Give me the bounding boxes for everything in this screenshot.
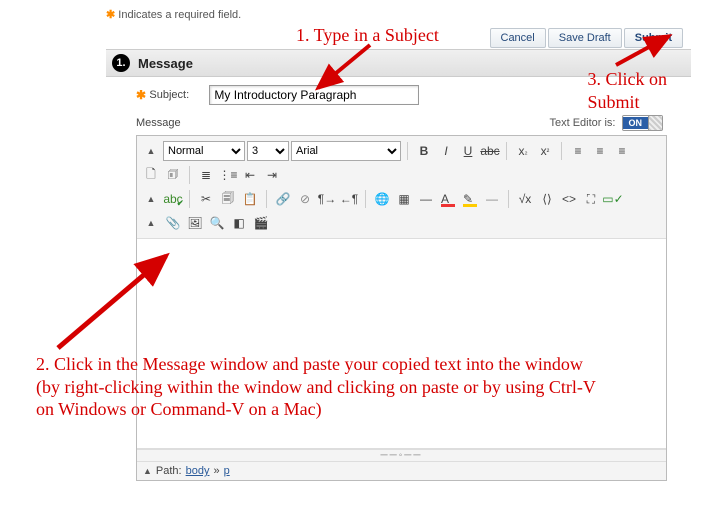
collapse-toolbar-icon[interactable]: ▲ (141, 141, 161, 161)
toggle-handle-icon (648, 116, 662, 130)
globe-icon[interactable]: 🌐 (372, 189, 392, 209)
copy-button[interactable]: 🗐 (218, 189, 238, 209)
submit-button[interactable]: Submit (624, 28, 683, 48)
collapse-row-icon[interactable]: ▲ (141, 189, 161, 209)
link-button[interactable]: 🔗 (273, 189, 293, 209)
mashup-button[interactable]: ◧ (229, 213, 249, 233)
indent-button[interactable]: ⇥ (262, 165, 282, 185)
media-button[interactable]: 🎬 (251, 213, 271, 233)
paragraph-format-select[interactable]: Normal (163, 141, 245, 161)
table-button[interactable]: ▦ (394, 189, 414, 209)
message-label: Message (136, 117, 181, 129)
unlink-button[interactable]: ⊘ (295, 189, 315, 209)
find-button[interactable]: 🔍 (207, 213, 227, 233)
attach-file-button[interactable]: 📎 (163, 213, 183, 233)
section-title: Message (138, 56, 193, 71)
glossary-button[interactable]: ⟨⟩ (537, 189, 557, 209)
italic-button[interactable]: I (436, 141, 456, 161)
required-field-note: ✱ Indicates a required field. (106, 8, 691, 21)
align-left-button[interactable]: ≡ (568, 141, 588, 161)
editor-textarea[interactable] (137, 239, 666, 449)
path-label: Path: (156, 465, 182, 477)
path-segment-body[interactable]: body (186, 465, 210, 477)
editor-toolbar: ▲ Normal 3 Arial B I U abc x₂ x² ≡ ≡ ≡ 🗋… (137, 136, 666, 239)
path-bar: ▲ Path: body » p (137, 462, 666, 480)
path-segment-p[interactable]: p (224, 465, 230, 477)
toggle-on-text: ON (623, 117, 649, 129)
fullscreen-check-icon[interactable]: ▭✓ (603, 189, 623, 209)
copy-formatting-button[interactable]: 🗊 (163, 165, 183, 185)
strikethrough-button[interactable]: abc (480, 141, 500, 161)
hr-button[interactable]: — (416, 189, 436, 209)
paste-button[interactable]: 📋 (240, 189, 260, 209)
unordered-list-button[interactable]: ⋮≡ (218, 165, 238, 185)
section-header: 1. Message (106, 49, 691, 77)
text-color-button[interactable]: A (438, 189, 458, 209)
font-size-select[interactable]: 3 (247, 141, 289, 161)
text-editor-label: Text Editor is: (549, 117, 615, 129)
subject-row: ✱ Subject: (136, 85, 691, 105)
font-family-select[interactable]: Arial (291, 141, 401, 161)
save-draft-button[interactable]: Save Draft (548, 28, 622, 48)
clear-formatting-button[interactable]: 🗋 (141, 165, 161, 185)
annotation-1: 1. Type in a Subject (296, 24, 439, 47)
insert-image-button[interactable]: 🖼 (185, 213, 205, 233)
ordered-list-button[interactable]: ≣ (196, 165, 216, 185)
rtl-button[interactable]: ←¶ (339, 189, 359, 209)
spellcheck-button[interactable]: abc✔ (163, 189, 183, 209)
required-star-icon: ✱ (136, 88, 146, 102)
outdent-button[interactable]: ⇤ (240, 165, 260, 185)
underline-button[interactable]: U (458, 141, 478, 161)
resize-handle-icon[interactable]: ──◦── (137, 449, 666, 462)
rich-text-editor: ▲ Normal 3 Arial B I U abc x₂ x² ≡ ≡ ≡ 🗋… (136, 135, 667, 481)
subject-label: Subject: (149, 89, 209, 101)
required-note-text: Indicates a required field. (118, 9, 241, 21)
text-editor-toggle[interactable]: ON (622, 115, 664, 131)
codeblock-button[interactable]: <> (559, 189, 579, 209)
align-right-button[interactable]: ≡ (612, 141, 632, 161)
equation-button[interactable]: √x (515, 189, 535, 209)
expand-button[interactable]: ⛶ (581, 189, 601, 209)
highlight-color-button[interactable]: ✎ (460, 189, 480, 209)
subject-input[interactable] (209, 85, 419, 105)
remove-format-button[interactable]: — (482, 189, 502, 209)
required-star-icon: ✱ (106, 9, 115, 21)
cut-button[interactable]: ✂ (196, 189, 216, 209)
subscript-button[interactable]: x₂ (513, 141, 533, 161)
path-collapse-icon[interactable]: ▲ (143, 466, 152, 476)
align-center-button[interactable]: ≡ (590, 141, 610, 161)
cancel-button[interactable]: Cancel (490, 28, 546, 48)
bold-button[interactable]: B (414, 141, 434, 161)
collapse-row-icon[interactable]: ▲ (141, 213, 161, 233)
ltr-button[interactable]: ¶→ (317, 189, 337, 209)
step-number-badge: 1. (112, 54, 130, 72)
action-button-bar: Cancel Save Draft Submit (490, 28, 684, 48)
superscript-button[interactable]: x² (535, 141, 555, 161)
